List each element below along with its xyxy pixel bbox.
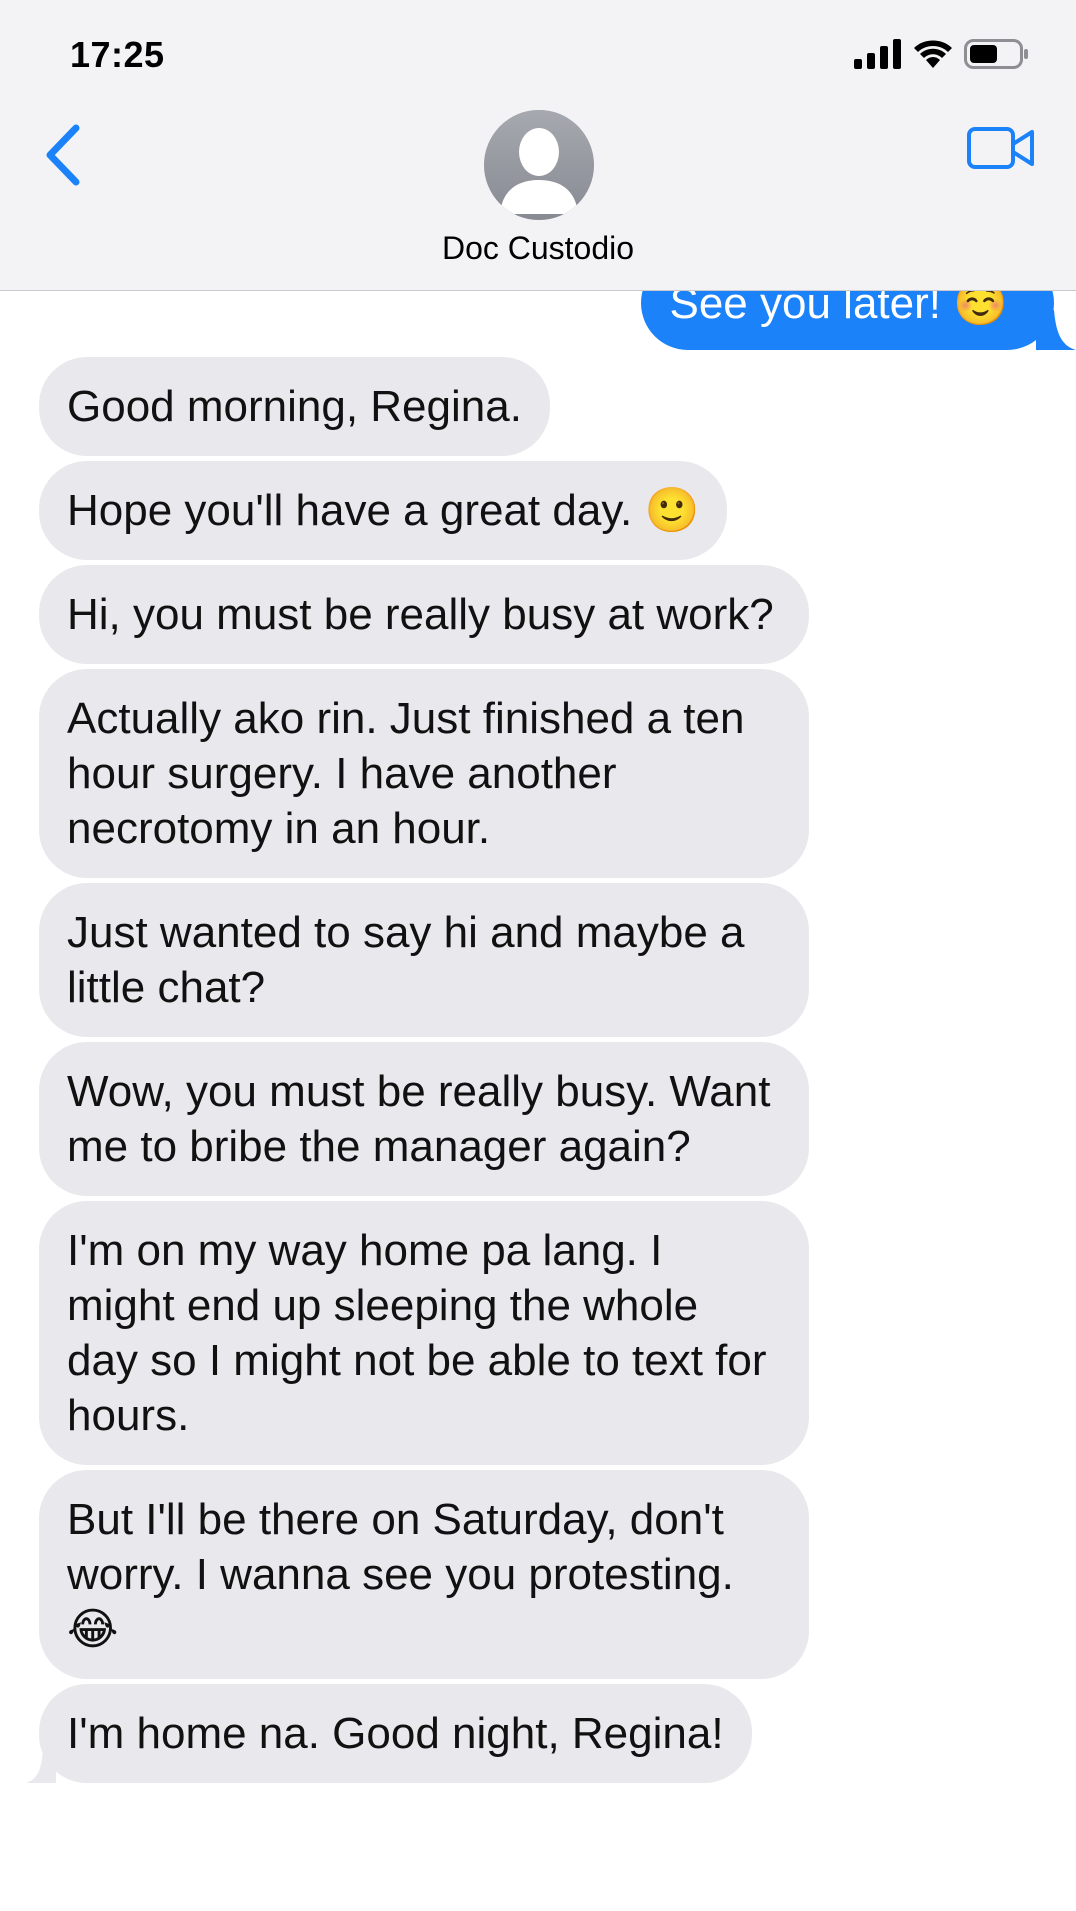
received-bubble[interactable]: Hope you'll have a great day. 🙂 <box>39 461 728 560</box>
received-bubble[interactable]: Good morning, Regina. <box>39 357 550 456</box>
received-bubble[interactable]: Hi, you must be really busy at work? <box>39 565 809 664</box>
back-chevron-icon <box>46 124 80 186</box>
received-message-text: Hi, you must be really busy at work? <box>67 590 774 639</box>
video-camera-icon <box>967 127 1034 169</box>
received-bubble[interactable]: Wow, you must be really busy. Want me to… <box>39 1042 809 1196</box>
sent-bubble-tail <box>1036 310 1076 350</box>
video-call-button[interactable] <box>966 124 1036 174</box>
received-message-text: I'm on my way home pa lang. I might end … <box>67 1226 767 1440</box>
received-messages-list: Good morning, Regina. Hope you'll have a… <box>26 357 809 1783</box>
contact-avatar[interactable] <box>484 110 594 220</box>
received-message-text: I'm home na. Good night, Regina! <box>67 1709 724 1758</box>
received-bubble-last[interactable]: I'm home na. Good night, Regina! <box>26 1684 752 1783</box>
received-bubble[interactable]: Just wanted to say hi and maybe a little… <box>39 883 809 1037</box>
contact-avatar-icon <box>484 110 594 220</box>
received-bubble[interactable]: I'm on my way home pa lang. I might end … <box>39 1201 809 1465</box>
received-bubble-tail <box>26 1747 56 1783</box>
battery-icon <box>964 39 1028 69</box>
received-message-text: Good morning, Regina. <box>67 382 522 431</box>
received-bubble[interactable]: Actually ako rin. Just finished a ten ho… <box>39 669 809 878</box>
received-message-text: Wow, you must be really busy. Want me to… <box>67 1067 771 1171</box>
status-bar-time: 17:25 <box>70 34 165 75</box>
received-bubble[interactable]: But I'll be there on Saturday, don't wor… <box>39 1470 809 1679</box>
back-button[interactable] <box>40 120 90 190</box>
wifi-icon <box>914 40 952 68</box>
received-message-text: But I'll be there on Saturday, don't wor… <box>67 1495 734 1654</box>
messages-screen: See you later! ☺️ Good morning, Regina. … <box>0 0 1076 1911</box>
conversation-header: 17:25 Doc Custodio <box>0 0 1076 291</box>
received-message-text: Actually ako rin. Just finished a ten ho… <box>67 694 745 853</box>
contact-name[interactable]: Doc Custodio <box>0 230 1076 267</box>
cellular-signal-icon <box>854 39 901 69</box>
received-message-text: Hope you'll have a great day. 🙂 <box>67 486 700 535</box>
status-bar-icons <box>854 38 1030 70</box>
received-message-text: Just wanted to say hi and maybe a little… <box>67 908 745 1012</box>
